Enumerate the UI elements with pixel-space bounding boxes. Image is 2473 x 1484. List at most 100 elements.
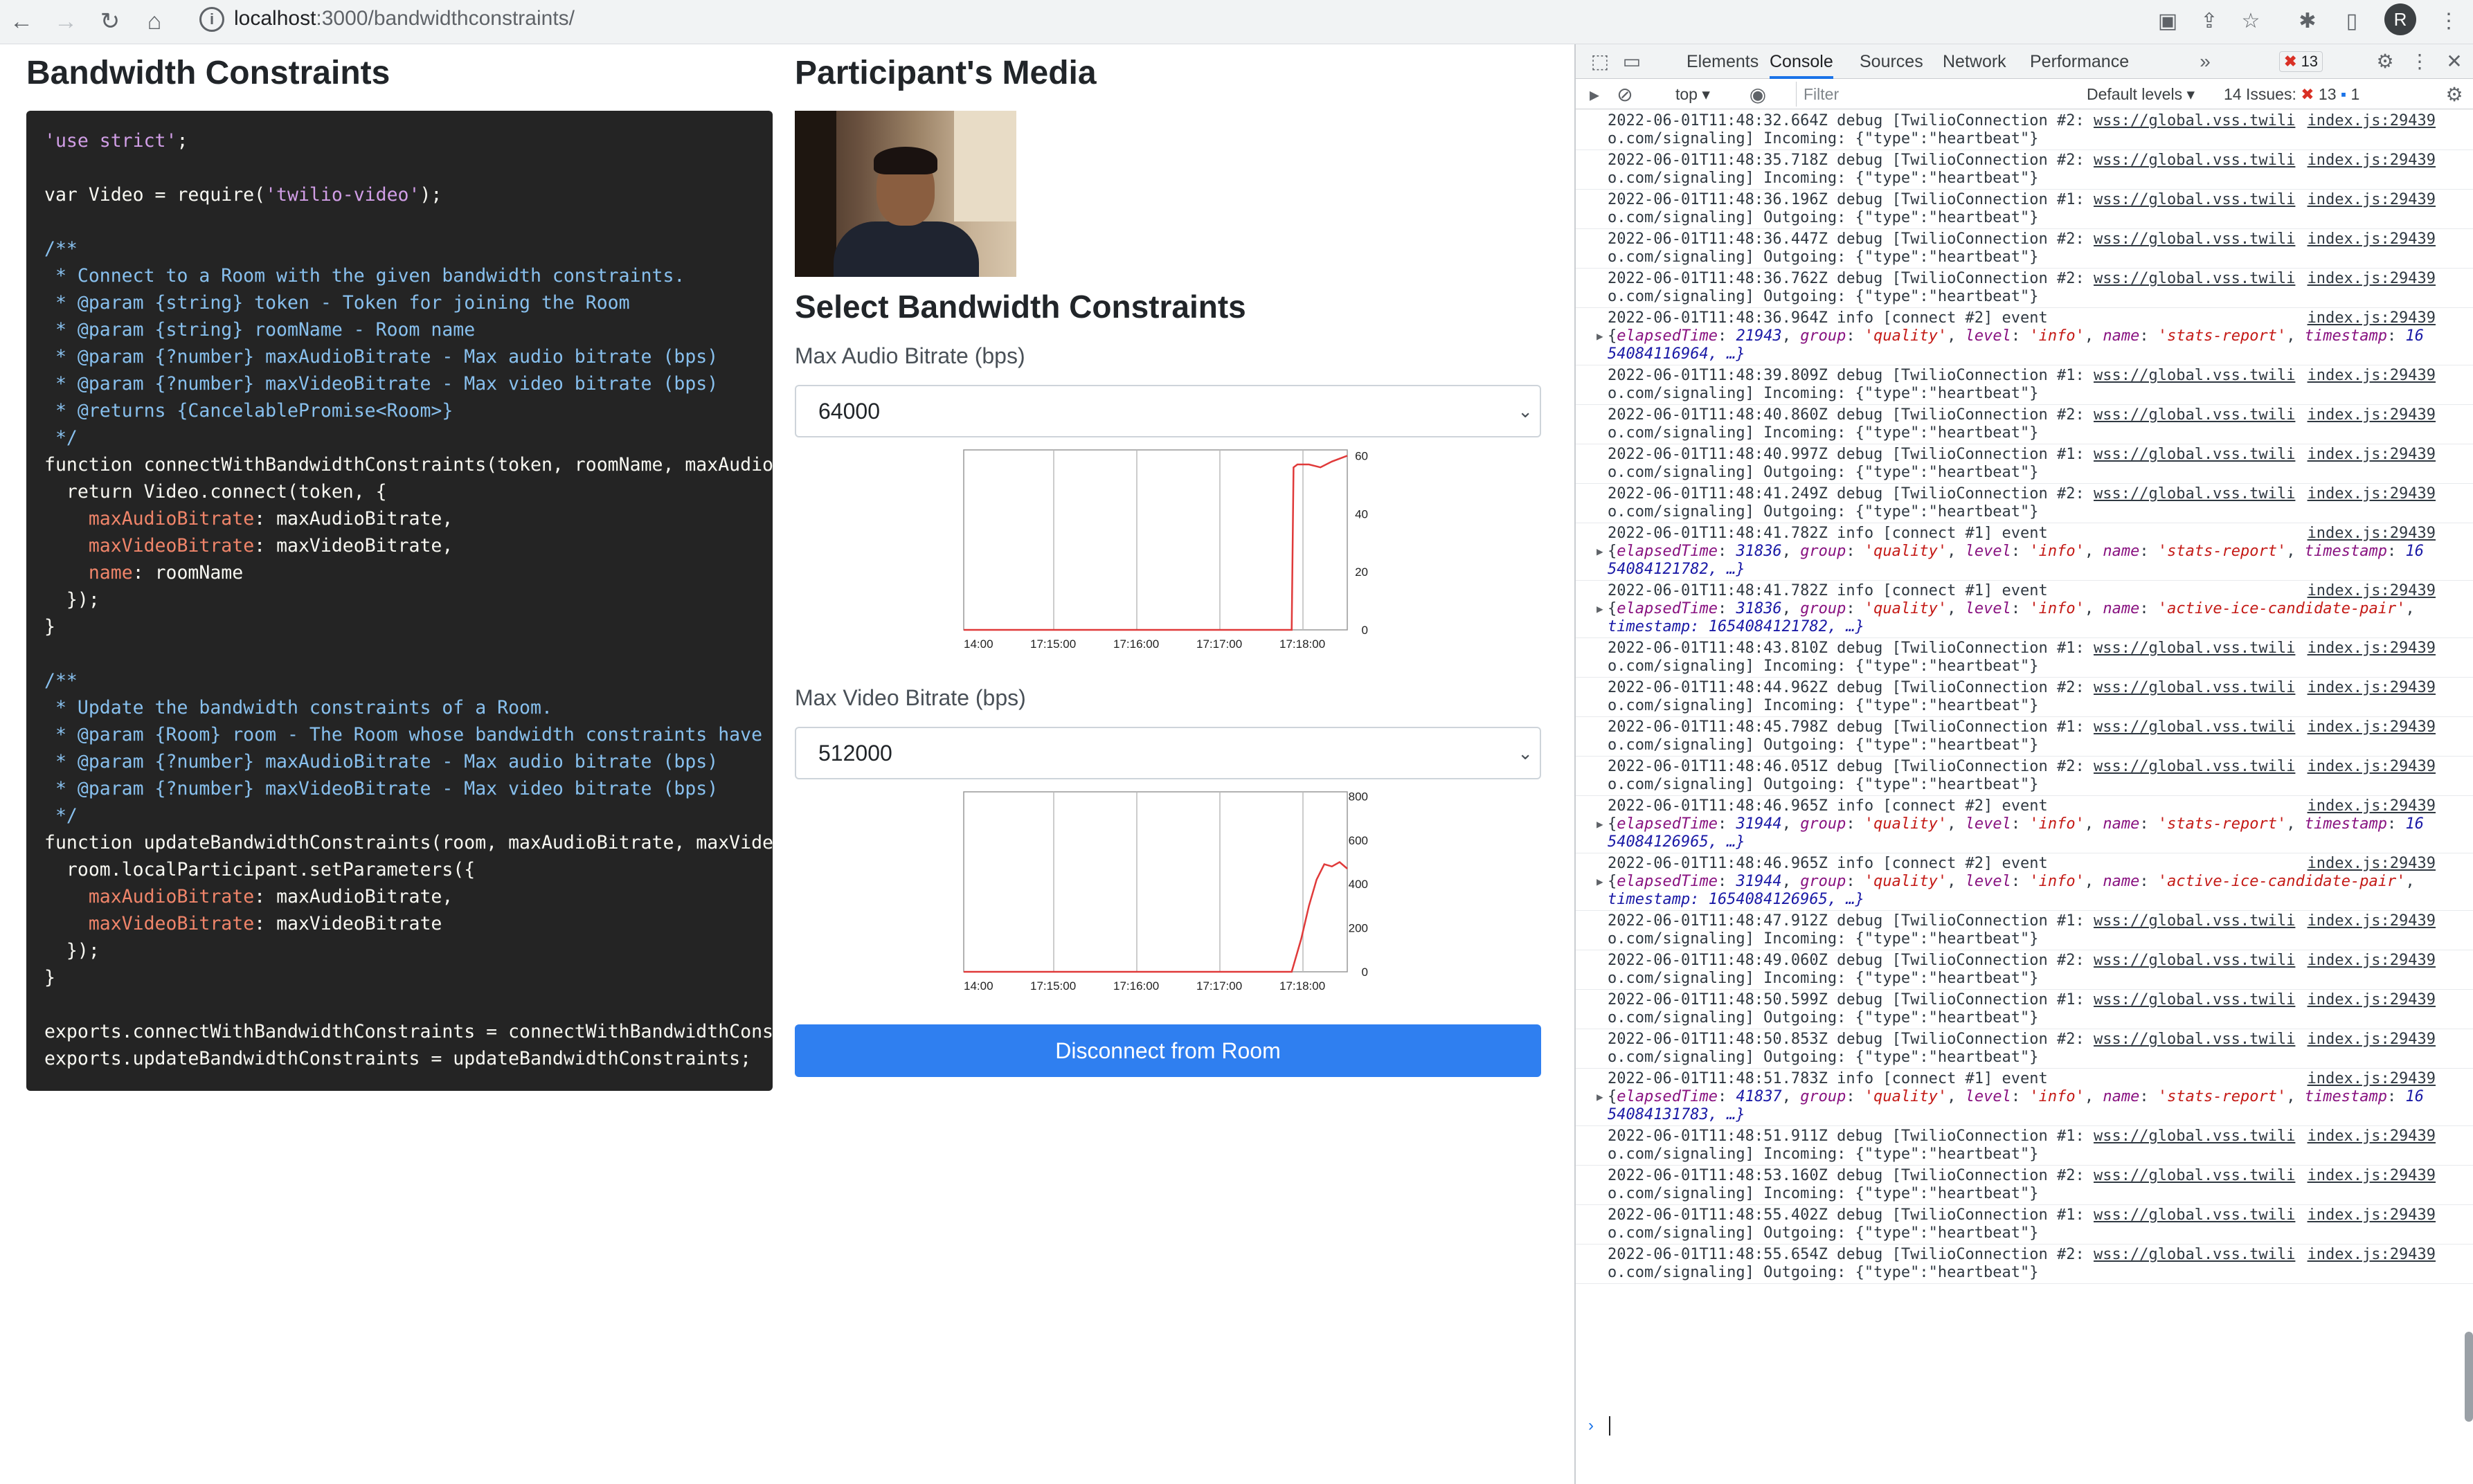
tab-elements[interactable]: Elements: [1687, 44, 1759, 79]
chart-frame: [963, 791, 1348, 972]
code-line: return Video.connect(token, {: [44, 481, 387, 503]
source-link[interactable]: index.js:29439: [2308, 406, 2436, 424]
source-link[interactable]: index.js:29439: [2308, 309, 2436, 327]
source-link[interactable]: index.js:29439: [2308, 991, 2436, 1009]
source-link[interactable]: index.js:29439: [2308, 582, 2436, 600]
source-link[interactable]: index.js:29439: [2308, 191, 2436, 209]
source-link[interactable]: index.js:29439: [2308, 758, 2436, 776]
source-link[interactable]: index.js:29439: [2308, 1128, 2436, 1146]
code-line: function connectWithBandwidthConstraints…: [44, 454, 773, 476]
audio-chart-svg: 14:00 17:15:00 17:16:00 17:17:00 17:18:00 0 20…: [963, 449, 1368, 651]
code-line: * @returns {CancelablePromise<Room>}: [44, 400, 453, 422]
y-tick-label: 600: [1349, 834, 1368, 847]
forward-icon[interactable]: →: [50, 6, 82, 37]
reload-icon[interactable]: ↻: [94, 6, 126, 37]
console-message: 2022-06-01T11:48:41.782Z info [connect #…: [1576, 581, 2473, 638]
sidebar-toggle-icon[interactable]: ▸: [1581, 82, 1608, 108]
select-constraints-title: Select Bandwidth Constraints: [795, 289, 1246, 325]
source-link[interactable]: index.js:29439: [2308, 1206, 2436, 1224]
console-message: 2022-06-01T11:48:51.783Z info [connect #…: [1576, 1069, 2473, 1126]
extensions-icon[interactable]: ✱: [2292, 6, 2323, 37]
scrollbar-thumb[interactable]: [2465, 1332, 2473, 1422]
issues-button[interactable]: 14 Issues: ✖ 13 ▪ 1: [2224, 79, 2359, 109]
source-link[interactable]: index.js:29439: [2308, 1167, 2436, 1185]
source-link[interactable]: index.js:29439: [2308, 797, 2436, 815]
source-link[interactable]: index.js:29439: [2308, 912, 2436, 930]
source-link[interactable]: index.js:29439: [2308, 1070, 2436, 1088]
source-link[interactable]: index.js:29439: [2308, 679, 2436, 697]
settings-gear-icon[interactable]: ⚙: [2372, 48, 2398, 75]
console-message: 2022-06-01T11:48:44.962Z debug [TwilioCo…: [1576, 678, 2473, 717]
tab-console[interactable]: Console: [1770, 44, 1833, 79]
source-link[interactable]: index.js:29439: [2308, 112, 2436, 130]
inspect-element-icon[interactable]: ⬚: [1587, 48, 1613, 75]
close-icon[interactable]: ✕: [2441, 48, 2467, 75]
console-message: 2022-06-01T11:48:55.654Z debug [TwilioCo…: [1576, 1245, 2473, 1284]
devtools-panel: ⬚ ▭ Elements Console Sources Network Perform…: [1574, 44, 2473, 1484]
chevron-down-icon: ⌄: [1518, 401, 1533, 422]
tab-performance[interactable]: Performance: [2030, 44, 2129, 79]
y-tick-label: 400: [1349, 878, 1368, 891]
code-line: /**: [44, 238, 78, 260]
disconnect-button[interactable]: Disconnect from Room: [795, 1024, 1541, 1077]
address-bar[interactable]: i localhost:3000/bandwidthconstraints/: [184, 1, 2137, 40]
code-line: * @param {?number} maxVideoBitrate - Max…: [44, 373, 719, 395]
home-icon[interactable]: ⌂: [138, 6, 170, 37]
code-line: */: [44, 805, 78, 826]
menu-kebab-icon[interactable]: ⋮: [2433, 6, 2465, 37]
source-link[interactable]: index.js:29439: [2308, 525, 2436, 543]
console-message: 2022-06-01T11:48:49.060Z debug [TwilioCo…: [1576, 950, 2473, 990]
audio-bitrate-select[interactable]: 64000 ⌄: [795, 385, 1541, 437]
tab-sources[interactable]: Sources: [1860, 44, 1923, 79]
share-icon[interactable]: ⇪: [2193, 6, 2225, 37]
y-tick-label: 0: [1362, 624, 1368, 637]
url-text[interactable]: localhost:3000/bandwidthconstraints/: [234, 7, 575, 30]
video-chart-svg: 14:00 17:15:00 17:16:00 17:17:00 17:18:00 0 20…: [963, 790, 1368, 993]
code-line: * Connect to a Room with the given bandw…: [44, 265, 685, 287]
source-link[interactable]: index.js:29439: [2308, 1031, 2436, 1049]
source-link[interactable]: index.js:29439: [2308, 446, 2436, 464]
source-link[interactable]: index.js:29439: [2308, 952, 2436, 970]
video-bitrate-select[interactable]: 512000 ⌄: [795, 727, 1541, 779]
source-link[interactable]: index.js:29439: [2308, 152, 2436, 170]
console-input[interactable]: [1609, 1416, 1610, 1436]
video-bitrate-value: 512000: [818, 741, 892, 766]
source-link[interactable]: index.js:29439: [2308, 485, 2436, 503]
profile-avatar[interactable]: R: [2384, 3, 2416, 35]
console-message: 2022-06-01T11:48:45.798Z debug [TwilioCo…: [1576, 717, 2473, 757]
console-message: 2022-06-01T11:48:51.911Z debug [TwilioCo…: [1576, 1126, 2473, 1166]
clear-console-icon[interactable]: ⊘: [1612, 82, 1638, 108]
console-message: 2022-06-01T11:48:55.402Z debug [TwilioCo…: [1576, 1205, 2473, 1245]
console-message: 2022-06-01T11:48:39.809Z debug [TwilioCo…: [1576, 365, 2473, 405]
x-tick-label: 17:15:00: [1030, 637, 1076, 651]
console-message: 2022-06-01T11:48:46.965Z info [connect #…: [1576, 853, 2473, 911]
source-link[interactable]: index.js:29439: [2308, 1246, 2436, 1264]
more-tabs-icon[interactable]: »: [2192, 48, 2218, 75]
console-settings-icon[interactable]: ⚙: [2441, 82, 2467, 108]
participant-video: [795, 111, 1016, 277]
tab-network[interactable]: Network: [1943, 44, 2006, 79]
levels-select[interactable]: Default levels ▾: [2087, 79, 2195, 109]
bookmark-star-icon[interactable]: ☆: [2235, 6, 2267, 37]
error-badge[interactable]: ✖ 13: [2279, 51, 2323, 72]
console-message: 2022-06-01T11:48:32.664Z debug [TwilioCo…: [1576, 111, 2473, 150]
console-message: 2022-06-01T11:48:40.997Z debug [TwilioCo…: [1576, 444, 2473, 484]
source-link[interactable]: index.js:29439: [2308, 270, 2436, 288]
console-log: 2022-06-01T11:48:32.664Z debug [TwilioCo…: [1576, 111, 2473, 1484]
code-line: * @param {string} token - Token for join…: [44, 292, 630, 314]
console-message: 2022-06-01T11:48:50.599Z debug [TwilioCo…: [1576, 990, 2473, 1029]
source-link[interactable]: index.js:29439: [2308, 640, 2436, 658]
source-link[interactable]: index.js:29439: [2308, 855, 2436, 873]
source-link[interactable]: index.js:29439: [2308, 718, 2436, 736]
site-info-icon[interactable]: i: [199, 7, 224, 32]
camera-icon[interactable]: ▣: [2152, 6, 2184, 37]
eye-icon[interactable]: ◉: [1745, 82, 1771, 108]
devtools-menu-icon[interactable]: ⋮: [2407, 48, 2433, 75]
context-select[interactable]: top ▾: [1675, 79, 1710, 109]
side-panel-icon[interactable]: ▯: [2336, 6, 2368, 37]
filter-input[interactable]: Filter: [1796, 82, 2080, 107]
back-icon[interactable]: ←: [6, 6, 37, 37]
device-toolbar-icon[interactable]: ▭: [1619, 48, 1645, 75]
source-link[interactable]: index.js:29439: [2308, 367, 2436, 385]
source-link[interactable]: index.js:29439: [2308, 230, 2436, 248]
